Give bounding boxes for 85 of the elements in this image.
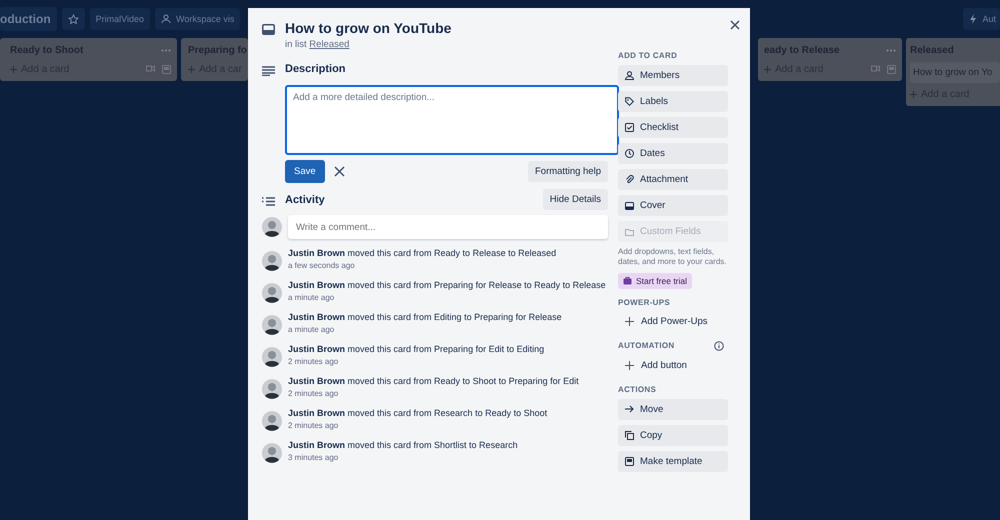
sidebar-button[interactable]: Cover [618, 195, 728, 216]
avatar-icon [262, 217, 282, 237]
video-icon[interactable] [871, 65, 880, 72]
card-icon [262, 24, 275, 35]
clock-icon [625, 149, 634, 158]
activity-time[interactable]: 3 minutes ago [288, 453, 518, 462]
avatar-icon [262, 411, 282, 431]
activity-heading: Activity [285, 194, 325, 206]
workspace-button[interactable]: PrimalVideo [90, 8, 150, 30]
automation-button[interactable]: Aut [963, 8, 1000, 30]
description-heading: Description [285, 63, 346, 75]
briefcase-icon [623, 276, 632, 285]
lightning-icon [969, 14, 978, 24]
sidebar-button[interactable]: Members [618, 65, 728, 86]
activity-text: Justin Brown moved this card from Preparing for Release to Ready to Release [288, 280, 606, 290]
star-button[interactable] [62, 8, 85, 30]
avatar-icon [262, 379, 282, 399]
plus-icon [188, 66, 195, 73]
template-icon[interactable] [887, 65, 896, 74]
sidebar-button[interactable]: Attachment [618, 169, 728, 190]
save-button[interactable]: Save [285, 160, 325, 183]
template-icon[interactable] [162, 65, 171, 74]
activity-time[interactable]: a few seconds ago [288, 261, 556, 270]
video-icon[interactable] [146, 65, 155, 72]
action-button[interactable]: Move [618, 398, 728, 420]
section-heading: ADD TO CARD [618, 51, 678, 60]
activity-time[interactable]: 2 minutes ago [288, 357, 544, 366]
section-heading: AUTOMATION [618, 341, 674, 350]
arrow-icon [625, 405, 634, 414]
fields-icon [625, 228, 634, 236]
avatar-icon [262, 443, 282, 463]
description-icon [262, 66, 275, 76]
activity-text: Justin Brown moved this card from Ready to Shoot to Preparing for Edit [288, 376, 579, 386]
description-field[interactable]: Add a more detailed description... [285, 85, 619, 155]
avatar-icon [262, 283, 282, 303]
activity-text: Justin Brown moved this card from Research to Ready to Shoot [288, 408, 548, 418]
plus-icon [764, 66, 771, 73]
board-title[interactable]: oduction [0, 7, 57, 31]
section-heading: ACTIONS [618, 384, 658, 394]
activity-time[interactable]: a minute ago [288, 293, 606, 302]
visibility-button[interactable]: Workspace vis [155, 8, 240, 30]
add-power-ups-button[interactable]: Add Power-Ups [618, 312, 728, 332]
template-icon [625, 456, 634, 466]
tag-icon [625, 97, 634, 106]
avatar-icon [262, 347, 282, 367]
start-trial-button[interactable]: Start free trial [618, 272, 692, 289]
formatting-help-button[interactable]: Formatting help [528, 161, 608, 182]
copy-icon [625, 430, 634, 440]
activity-text: Justin Brown moved this card from Shortlist to Research [288, 440, 518, 450]
activity-icon [262, 196, 275, 206]
activity-text: Justin Brown moved this card from Preparing for Edit to Editing [288, 344, 544, 354]
card-title[interactable]: How to grow on YouTube [285, 20, 452, 36]
paperclip-icon [625, 175, 634, 184]
avatar-icon [262, 251, 282, 271]
checkbox-icon [625, 123, 634, 132]
activity-time[interactable]: 2 minutes ago [288, 421, 548, 430]
activity-text: Justin Brown moved this card from Ready to Release to Released [288, 248, 556, 258]
list-link[interactable]: Released [309, 39, 350, 50]
activity-time[interactable]: a minute ago [288, 325, 562, 334]
plus-icon [910, 91, 917, 98]
action-button[interactable]: Copy [618, 424, 728, 446]
plus-icon [10, 66, 17, 73]
avatar-icon [262, 315, 282, 335]
activity-time[interactable]: 2 minutes ago [288, 389, 579, 398]
person-icon [625, 71, 634, 80]
sidebar-button[interactable]: Labels [618, 91, 728, 112]
sidebar-button[interactable]: Checklist [618, 117, 728, 138]
more-icon[interactable] [886, 48, 896, 52]
plus-icon [625, 361, 634, 370]
cover-icon [625, 202, 634, 210]
plus-icon [625, 317, 634, 326]
more-icon[interactable] [161, 48, 171, 52]
section-heading: POWER-UPS [618, 298, 672, 307]
info-icon[interactable] [714, 340, 724, 351]
comment-field[interactable]: Write a comment... [288, 215, 608, 239]
list-label: in list [285, 39, 307, 50]
activity-text: Justin Brown moved this card from Editing to Preparing for Release [288, 312, 562, 322]
star-icon [68, 14, 79, 24]
person-icon [161, 14, 172, 24]
hide-details-button[interactable]: Hide Details [542, 189, 608, 210]
promo-text: Add dropdowns, text fields, dates, and more to your cards. [618, 247, 728, 268]
close-icon[interactable] [334, 166, 345, 177]
action-button[interactable]: Make template [618, 450, 728, 472]
add-button-button[interactable]: Add button [618, 356, 728, 376]
sidebar-button[interactable]: Dates [618, 143, 728, 164]
